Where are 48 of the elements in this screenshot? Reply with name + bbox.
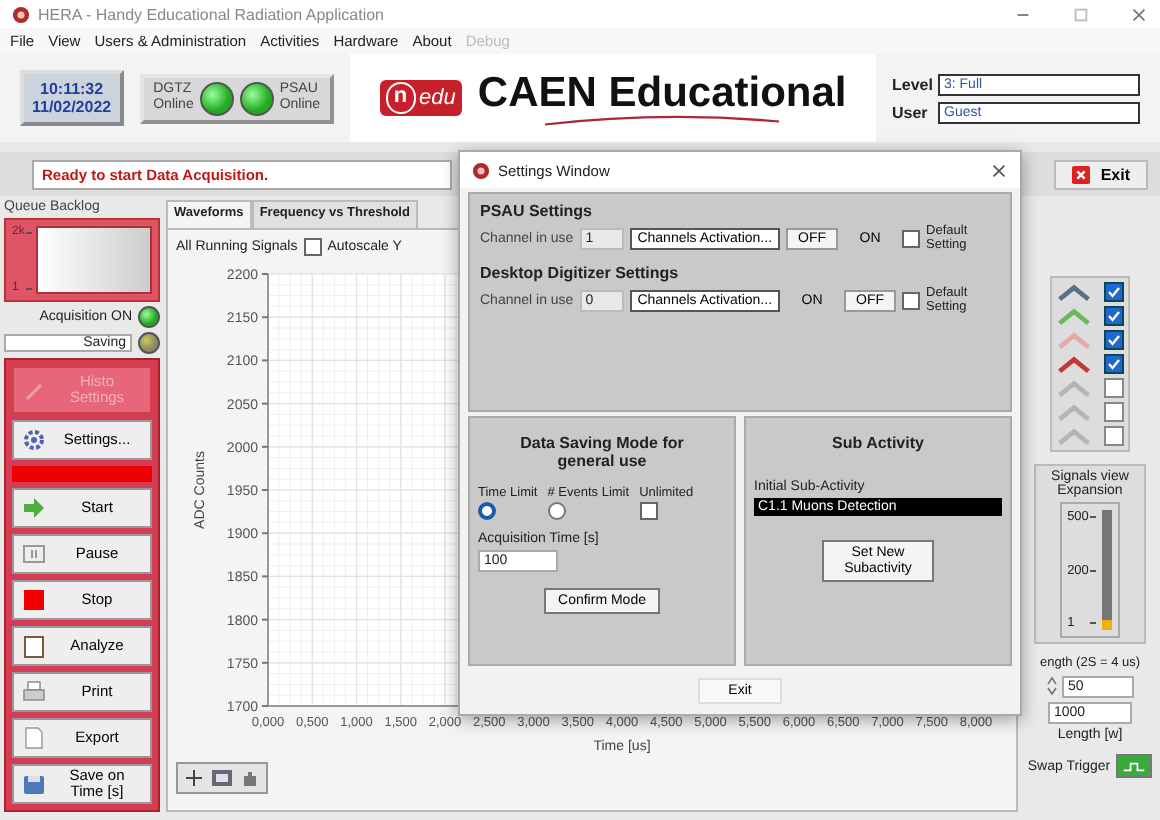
gear-icon	[22, 428, 46, 452]
pulse-icon	[1122, 759, 1147, 773]
swoosh-icon	[542, 113, 783, 125]
panel-title: Sub Activity	[830, 434, 926, 452]
spinner-icon[interactable]	[1046, 674, 1058, 698]
pause-icon	[22, 542, 46, 566]
option-checkbox[interactable]	[639, 502, 658, 520]
section-title: Desktop Digitizer Settings	[480, 264, 681, 282]
signal-checkbox[interactable]	[1104, 426, 1124, 446]
clock-time: 10:11:32	[40, 80, 104, 98]
zoom-icon[interactable]	[210, 768, 234, 788]
arrow-icon	[22, 496, 46, 520]
document-icon	[22, 726, 46, 750]
separator-bar	[12, 466, 152, 482]
signal-checkbox[interactable]	[1104, 354, 1124, 374]
signal-checkbox[interactable]	[1104, 330, 1124, 350]
cursor-icon[interactable]	[182, 768, 206, 788]
pencil-icon	[22, 378, 46, 402]
close-icon	[1072, 165, 1091, 183]
level-label: Level	[892, 75, 932, 93]
exit-button[interactable]: Exit	[1054, 159, 1148, 189]
clipboard-icon	[22, 634, 46, 658]
close-icon[interactable]	[990, 161, 1008, 179]
signal-checkbox[interactable]	[1104, 378, 1124, 398]
app-icon	[12, 5, 30, 23]
default-checkbox[interactable]	[902, 292, 921, 310]
default-checkbox[interactable]	[902, 230, 921, 248]
user-label: User	[892, 103, 930, 121]
stop-icon	[22, 588, 46, 612]
printer-icon	[22, 680, 46, 704]
autoscale-checkbox[interactable]	[303, 237, 322, 255]
window-title: HERA - Handy Educational Radiation Application	[38, 5, 384, 23]
clock-date: 11/02/2022	[32, 98, 112, 116]
queue-graph	[36, 226, 152, 294]
swap-trigger-button[interactable]	[1116, 754, 1153, 778]
radio-button[interactable]	[478, 502, 496, 520]
close-icon[interactable]	[1130, 5, 1148, 23]
signal-checkbox[interactable]	[1104, 282, 1124, 302]
logo-title: CAEN Educational	[477, 71, 847, 113]
signal-checkbox[interactable]	[1104, 306, 1124, 326]
logo-mark: n	[385, 82, 416, 114]
panel-title: Data Saving Mode for general use	[518, 434, 686, 470]
signal-checkbox[interactable]	[1104, 402, 1124, 422]
section-title: PSAU Settings	[480, 202, 595, 220]
slider-fill[interactable]	[1102, 620, 1113, 630]
radio-button[interactable]	[547, 502, 566, 520]
logo-badge-text: edu	[419, 86, 456, 110]
app-icon	[472, 161, 490, 179]
